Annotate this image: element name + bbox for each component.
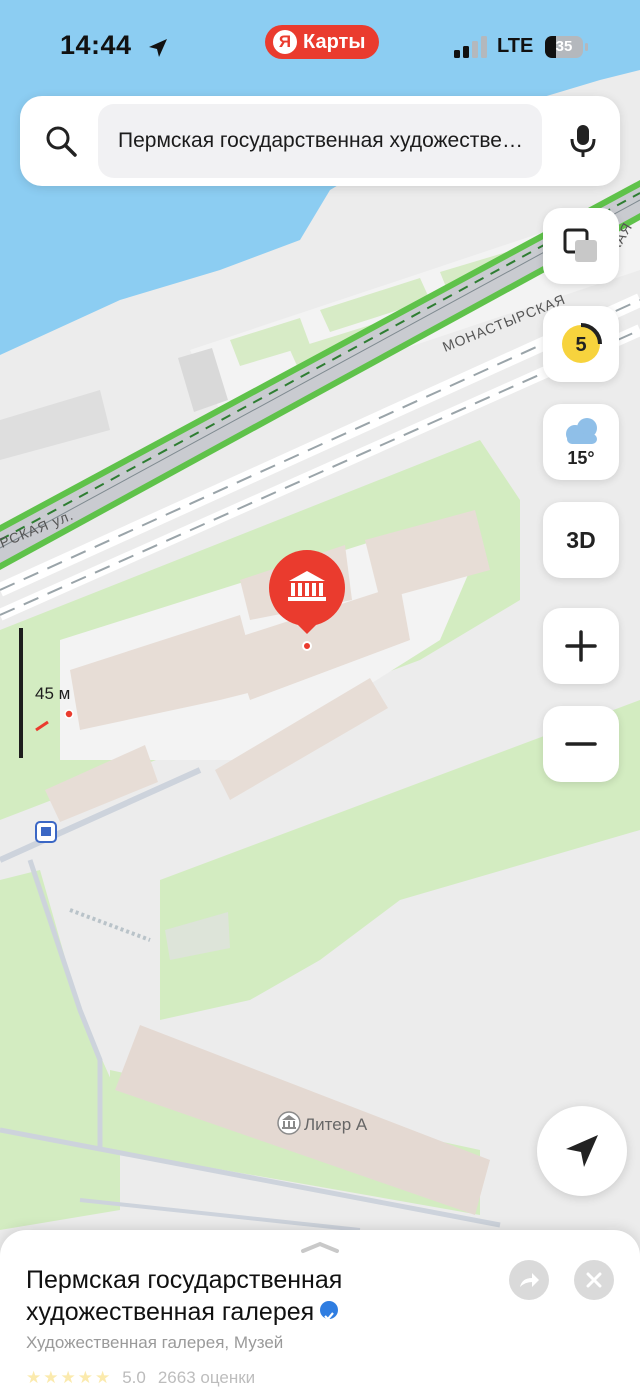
plus-icon — [565, 630, 597, 662]
close-button[interactable] — [574, 1260, 614, 1300]
map-canvas[interactable]: МОНАСТЫРСКАЯ РСКАЯ ул. СКАЯ Литер А — [0, 0, 640, 1388]
location-arrow-icon — [149, 39, 167, 57]
battery-icon: 35 — [545, 36, 589, 58]
microphone-icon[interactable] — [560, 118, 606, 164]
navigation-arrow-icon — [566, 1135, 598, 1167]
share-button[interactable] — [509, 1260, 549, 1300]
search-query: Пермская государственная художественная … — [118, 129, 528, 152]
yandex-logo: Я — [273, 30, 297, 54]
place-card[interactable]: Пермская государственная художественная … — [0, 1230, 640, 1388]
status-time: 14:44 — [60, 30, 132, 60]
layers-icon — [563, 228, 597, 262]
rating-count: 2663 оценки — [157, 1368, 256, 1387]
traffic-button[interactable]: 5 — [543, 306, 619, 382]
rating-score: 5.0 — [122, 1368, 146, 1387]
view-3d-button[interactable]: 3D — [543, 502, 619, 578]
status-bar: 14:44 Я Карты LTE 35 — [0, 0, 640, 90]
zoom-in-button[interactable] — [543, 608, 619, 684]
building-label-liter-a: Литер А — [304, 1115, 368, 1134]
star-icon: ★★★★★ — [26, 1368, 113, 1387]
liter-a-icon — [277, 1111, 301, 1135]
search-icon[interactable] — [38, 118, 84, 164]
scale-label: 45 м — [35, 684, 71, 703]
traffic-level: 5 — [575, 334, 586, 356]
zoom-out-button[interactable] — [543, 706, 619, 782]
signal-icon — [454, 36, 487, 58]
search-bar: Пермская государственная художественная … — [20, 96, 620, 186]
bus-stop-icon — [35, 821, 57, 843]
share-icon — [520, 1273, 539, 1287]
network-label: LTE — [497, 35, 534, 57]
weather-button[interactable]: 15° — [543, 404, 619, 480]
my-location-button[interactable] — [537, 1106, 627, 1196]
minus-icon — [565, 742, 597, 746]
close-icon — [586, 1272, 602, 1288]
view-3d-label: 3D — [566, 526, 596, 553]
weather-cloud-icon — [566, 417, 597, 444]
place-title-text: Пермская государственная художественная … — [26, 1266, 343, 1326]
verified-icon — [320, 1301, 339, 1322]
place-category: Художественная галерея, Музей — [26, 1333, 284, 1352]
place-title: Пермская государственная художественная … — [26, 1264, 496, 1328]
app-badge[interactable]: Я Карты — [265, 25, 380, 59]
traffic-indicator-icon: 5 — [562, 323, 602, 363]
app-badge-label: Карты — [303, 30, 366, 53]
rating-row: ★★★★★ 5.0 2663 оценки — [26, 1368, 255, 1388]
scale-bar — [19, 628, 23, 758]
layers-button[interactable] — [543, 208, 619, 284]
weather-temp: 15° — [567, 447, 595, 468]
battery-percent: 35 — [555, 38, 573, 55]
search-input[interactable]: Пермская государственная художественная … — [98, 104, 542, 178]
sheet-grabber[interactable] — [300, 1240, 340, 1254]
